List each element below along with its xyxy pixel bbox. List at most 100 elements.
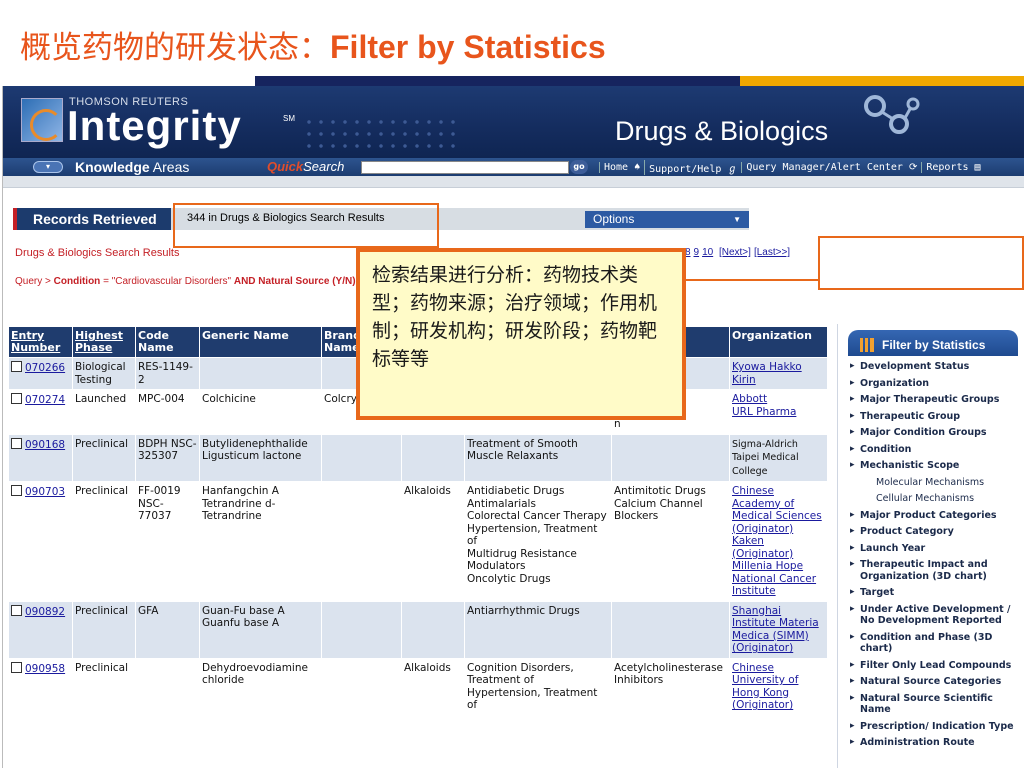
- mechanism-cell: Acetylcholinesterase Inhibitors: [611, 657, 730, 716]
- organization-link[interactable]: Chinese Academy of Medical Sciences (Ori…: [732, 485, 822, 597]
- header-banner: THOMSON REUTERS Integrity SM Drugs & Bio…: [3, 86, 1024, 158]
- filter-item[interactable]: Filter Only Lead Compounds: [850, 659, 1024, 676]
- filter-item[interactable]: Major Condition Groups: [850, 426, 1024, 443]
- filter-item[interactable]: Product Category: [850, 525, 1024, 542]
- code-name-cell: RES-1149-2: [135, 357, 200, 390]
- slide-title-en: Filter by Statistics: [330, 29, 606, 65]
- organization-link[interactable]: Abbott URL Pharma: [732, 393, 796, 418]
- filter-item[interactable]: Administration Route: [850, 736, 1024, 753]
- organization-link[interactable]: Chinese University of Hong Kong (Origina…: [732, 662, 798, 712]
- source-cell: [401, 600, 465, 659]
- filter-item[interactable]: Under Active Development / No Developmen…: [850, 603, 1024, 631]
- filter-item[interactable]: Prescription/ Indication Type: [850, 720, 1024, 737]
- filter-item[interactable]: Condition and Phase (3D chart): [850, 631, 1024, 659]
- filter-item[interactable]: Organization: [850, 377, 1024, 394]
- entry-number-link[interactable]: 090892: [25, 606, 65, 618]
- filter-item[interactable]: Natural Source Scientific Name: [850, 692, 1024, 720]
- condition-cell: Antiarrhythmic Drugs: [464, 600, 612, 659]
- support-help-link[interactable]: Support/Help ℊ: [644, 159, 741, 175]
- navigation-bar: ▾ Knowledge Areas QuickSearch go Home ♠ …: [3, 158, 1024, 176]
- go-button[interactable]: go: [570, 160, 588, 174]
- entry-number-link[interactable]: 070274: [25, 394, 65, 406]
- row-checkbox[interactable]: [11, 361, 22, 372]
- col-entry-number[interactable]: Entry Number: [8, 326, 73, 358]
- mechanism-cell: [611, 600, 730, 659]
- row-checkbox[interactable]: [11, 604, 22, 616]
- page-link[interactable]: 10: [702, 247, 713, 258]
- home-link[interactable]: Home ♠: [599, 161, 644, 173]
- table-row: 090958 Preclinical Dehydroevodiamine chlor…: [8, 657, 828, 716]
- table-row: 090168 Preclinical BDPH NSC-325307 Butylide…: [8, 433, 828, 482]
- generic-name-cell: Colchicine: [199, 389, 322, 435]
- thomson-reuters-logo-icon: [21, 98, 63, 142]
- generic-name-cell: Dehydroevodiamine chloride: [199, 657, 322, 716]
- decorative-color-bar: [0, 76, 1024, 86]
- col-highest-phase[interactable]: Highest Phase: [72, 326, 136, 358]
- organization-link[interactable]: Kyowa Hakko Kirin: [732, 361, 802, 386]
- last-page-link[interactable]: [Last>>]: [754, 247, 790, 258]
- knowledge-areas-label[interactable]: Knowledge Areas: [75, 159, 189, 175]
- source-cell: [401, 433, 465, 482]
- filter-item[interactable]: Therapeutic Group: [850, 410, 1024, 427]
- top-links: Home ♠ Support/Help ℊ Query Manager/Aler…: [599, 158, 985, 176]
- entry-cell: 090703: [8, 481, 73, 602]
- entry-number-link[interactable]: 090703: [25, 486, 65, 498]
- quick-search-input[interactable]: [361, 161, 569, 174]
- source-cell: Alkaloids: [401, 481, 465, 602]
- row-checkbox[interactable]: [11, 393, 22, 404]
- subheader-strip: [3, 176, 1024, 188]
- phase-cell: Launched: [72, 389, 136, 435]
- row-checkbox[interactable]: [11, 661, 22, 673]
- generic-name-cell: Butylidenephthalide Ligusticum lactone: [199, 433, 322, 482]
- filter-list: Development StatusOrganizationMajor Ther…: [850, 360, 1024, 753]
- molecule-icon: [864, 95, 920, 134]
- organization-cell: Abbott URL Pharma: [729, 389, 828, 435]
- col-organization: Organization: [729, 326, 828, 358]
- mechanism-cell: Antimitotic Drugs Calcium Channel Blocke…: [611, 481, 730, 602]
- table-row: 090892 Preclinical GFA Guan-Fu base A Guanf…: [8, 600, 828, 659]
- filter-item[interactable]: Launch Year: [850, 542, 1024, 559]
- next-page-link[interactable]: [Next>]: [719, 247, 751, 258]
- entry-cell: 090958: [8, 657, 73, 716]
- source-cell: Alkaloids: [401, 657, 465, 716]
- knowledge-areas-dropdown-button[interactable]: ▾: [33, 161, 63, 173]
- generic-name-cell: Guan-Fu base A Guanfu base A: [199, 600, 322, 659]
- organization-link[interactable]: Shanghai Institute Materia Medica (SIMM)…: [732, 605, 819, 655]
- code-name-cell: MPC-004: [135, 389, 200, 435]
- results-subheading: Drugs & Biologics Search Results: [15, 247, 180, 259]
- phase-cell: Preclinical: [72, 481, 136, 602]
- brand-name-cell: [321, 481, 402, 602]
- brand-integrity[interactable]: Integrity: [67, 102, 242, 150]
- filter-item[interactable]: Target: [850, 586, 1024, 603]
- query-manager-link[interactable]: Query Manager/Alert Center ⟳: [741, 161, 921, 173]
- code-name-cell: GFA: [135, 600, 200, 659]
- records-highlight-box: [173, 203, 439, 248]
- filter-item[interactable]: Major Therapeutic Groups: [850, 393, 1024, 410]
- filter-item[interactable]: Therapeutic Impact and Organization (3D …: [850, 558, 1024, 586]
- reports-link[interactable]: Reports ▤: [921, 161, 984, 173]
- entry-number-link[interactable]: 090168: [25, 439, 65, 451]
- code-name-cell: [135, 657, 200, 716]
- condition-cell: Cognition Disorders, Treatment of Hypert…: [464, 657, 612, 716]
- entry-number-link[interactable]: 070266: [25, 362, 65, 374]
- entry-cell: 090168: [8, 433, 73, 482]
- mechanism-cell: [611, 433, 730, 482]
- brand-service-mark: SM: [283, 114, 295, 123]
- filter-item[interactable]: Major Product Categories: [850, 509, 1024, 526]
- brand-name-cell: [321, 600, 402, 659]
- row-checkbox[interactable]: [11, 437, 22, 449]
- organization-link[interactable]: Sigma-Aldrich Taipei Medical College: [732, 439, 799, 477]
- filter-by-statistics-header: Filter by Statistics: [848, 330, 1018, 356]
- filter-item[interactable]: Natural Source Categories: [850, 675, 1024, 692]
- options-dropdown[interactable]: Options ▼: [585, 211, 749, 228]
- chevron-down-icon: ▼: [733, 215, 741, 224]
- filter-item[interactable]: Condition: [850, 443, 1024, 460]
- filter-item[interactable]: Mechanistic Scope: [850, 459, 1024, 476]
- filter-subitem[interactable]: Molecular Mechanisms: [850, 476, 1024, 493]
- row-checkbox[interactable]: [11, 485, 22, 496]
- filter-subitem[interactable]: Cellular Mechanisms: [850, 492, 1024, 509]
- filter-item[interactable]: Development Status: [850, 360, 1024, 377]
- entry-number-link[interactable]: 090958: [25, 663, 65, 675]
- page-link[interactable]: 9: [694, 247, 700, 258]
- table-row: 090703 Preclinical FF-0019 NSC-77037 Hanfan…: [8, 481, 828, 602]
